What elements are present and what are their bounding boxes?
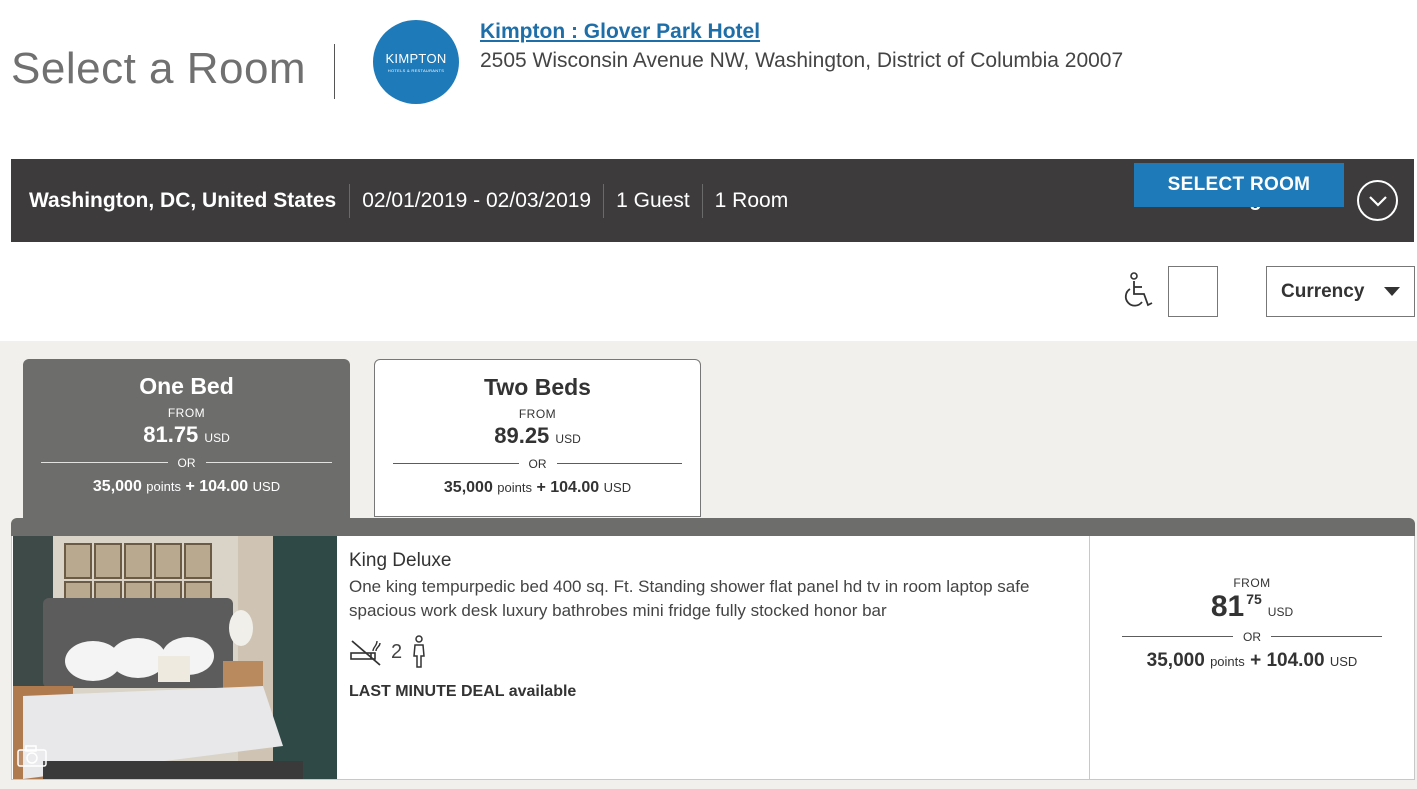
logo-sub: HOTELS & RESTAURANTS [387, 68, 445, 73]
currency-label: Currency [1281, 280, 1365, 302]
room-price: FROM 81 75USD OR 35,000 points + 104.00 U… [1122, 576, 1382, 672]
select-room-button[interactable]: SELECT ROOM [1134, 163, 1344, 207]
search-guests: 1 Guest [603, 183, 702, 218]
from-label: FROM [518, 407, 557, 421]
points-price: 35,000 points + 104.00 USD [92, 478, 281, 495]
currency-dropdown[interactable]: Currency [1266, 266, 1415, 317]
accessible-rooms-checkbox[interactable] [1168, 266, 1218, 317]
header-divider [334, 44, 335, 99]
room-name: King Deluxe [349, 550, 452, 571]
price-value: 89.25 [494, 423, 550, 448]
price-currency: USD [204, 431, 230, 445]
tab-one-bed[interactable]: One Bed FROM 81.75 USD OR 35,000 points … [23, 359, 350, 519]
from-label: FROM [1233, 576, 1271, 590]
page-title: Select a Room [11, 44, 307, 93]
deal-label: LAST MINUTE DEAL available [349, 683, 577, 700]
no-smoking-icon [350, 640, 381, 666]
or-divider: OR [393, 455, 682, 471]
room-photo[interactable] [13, 536, 337, 779]
or-divider: OR [1122, 628, 1382, 644]
or-divider: OR [41, 454, 332, 470]
search-dates: 02/01/2019 - 02/03/2019 [349, 183, 603, 218]
room-card: King Deluxe One king tempurpedic bed 400… [11, 536, 1415, 780]
room-price-value: 81 75USD [1210, 590, 1294, 623]
price-currency: USD [555, 432, 581, 446]
room-card-header [11, 518, 1415, 536]
max-guests: 2 [391, 640, 403, 663]
search-location: Washington, DC, United States [29, 188, 337, 212]
price-value: 81.75 [143, 422, 199, 447]
points-price: 35,000 points + 104.00 USD [1146, 650, 1358, 671]
points-price: 35,000 points + 104.00 USD [443, 479, 632, 496]
card-divider [1089, 536, 1090, 779]
search-rooms: 1 Room [701, 183, 801, 218]
tab-title: One Bed [139, 373, 234, 399]
caret-down-icon [1384, 287, 1400, 296]
hotel-logo: KIMPTON HOTELS & RESTAURANTS [373, 20, 459, 104]
hotel-address: 2505 Wisconsin Avenue NW, Washington, Di… [480, 49, 1124, 72]
wheelchair-icon [1120, 272, 1154, 310]
tab-title: Two Beds [484, 374, 591, 400]
tab-price: 81.75 USD [23, 422, 350, 448]
camera-icon[interactable] [17, 745, 47, 767]
hotel-name-link[interactable]: Kimpton : Glover Park Hotel [480, 20, 760, 44]
logo-brand: KIMPTON [385, 51, 447, 66]
room-description: One king tempurpedic bed 400 sq. Ft. Sta… [349, 577, 1030, 620]
tab-price: 89.25 USD [375, 423, 700, 449]
chevron-down-icon [1357, 180, 1398, 221]
tab-two-beds[interactable]: Two Beds FROM 89.25 USD OR 35,000 points… [374, 359, 701, 517]
room-info: King Deluxe One king tempurpedic bed 400… [349, 550, 1069, 701]
from-label: FROM [167, 406, 206, 420]
room-features: 2 [349, 635, 1069, 669]
person-icon [413, 635, 425, 668]
